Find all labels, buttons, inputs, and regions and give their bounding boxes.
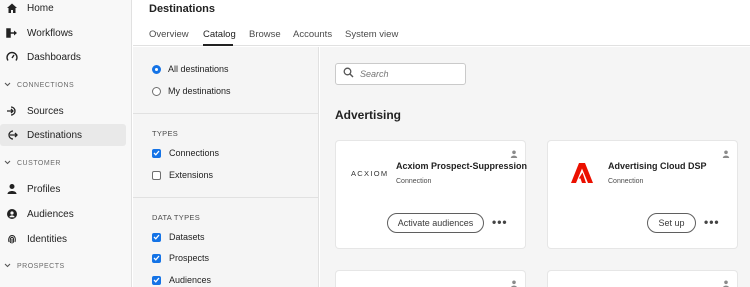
nav-label: Home [27, 2, 54, 14]
checkbox-label: Datasets [169, 232, 205, 242]
divider [133, 197, 319, 198]
nav-section-label: PROSPECTS [17, 263, 65, 270]
checkmark-icon [153, 277, 160, 283]
adobe-icon [571, 163, 593, 188]
nav-label: Audiences [27, 208, 74, 220]
checkbox-label: Extensions [169, 170, 214, 180]
radio-label: My destinations [168, 86, 231, 96]
tab-browse[interactable]: Browse [249, 29, 281, 40]
checkbox[interactable] [152, 275, 161, 285]
nav-item-identities[interactable]: Identities [0, 228, 126, 250]
nav-item-workflows[interactable]: Workflows [0, 22, 126, 44]
checkmark-icon [153, 255, 160, 261]
card-subtitle: Connection [608, 178, 644, 185]
tab-accounts[interactable]: Accounts [293, 29, 332, 40]
destination-card-acxiom[interactable]: ACXIOM Acxiom Prospect-Suppression Conne… [336, 141, 528, 248]
person-icon [510, 275, 518, 287]
nav-label: Sources [27, 105, 64, 117]
audiences-icon [5, 207, 19, 221]
checkbox-prospects[interactable]: Prospects [152, 253, 209, 263]
chevron-down-icon [4, 82, 11, 89]
search-field[interactable] [335, 63, 466, 85]
card-title: Acxiom Prospect-Suppression [396, 161, 528, 171]
nav-section-customer[interactable]: CUSTOMER [0, 160, 61, 167]
more-options-icon[interactable]: ••• [704, 215, 720, 229]
checkbox-label: Connections [169, 148, 220, 158]
nav-item-home[interactable]: Home [0, 0, 126, 19]
workflow-icon [5, 26, 19, 40]
nav-item-audiences[interactable]: Audiences [0, 203, 126, 225]
checkbox-audiences[interactable]: Audiences [152, 275, 211, 285]
search-input[interactable] [360, 69, 460, 79]
destination-card-partial[interactable] [548, 271, 737, 287]
person-icon [722, 145, 730, 163]
nav-section-prospects[interactable]: PROSPECTS [0, 263, 65, 270]
page-header: Destinations Overview Catalog Browse Acc… [133, 0, 750, 46]
radio-button[interactable] [152, 64, 161, 74]
home-icon [5, 1, 19, 15]
nav-label: Profiles [27, 183, 61, 195]
nav-label: Dashboards [27, 51, 81, 63]
checkbox-label: Prospects [169, 253, 210, 263]
checkbox[interactable] [152, 148, 161, 158]
checkbox[interactable] [152, 232, 161, 242]
checkbox[interactable] [152, 253, 161, 263]
card-subtitle: Connection [396, 178, 432, 185]
nav-section-label: CUSTOMER [17, 160, 61, 167]
activate-audiences-button[interactable]: Activate audiences [387, 213, 484, 233]
person-icon [5, 182, 19, 196]
nav-item-destinations[interactable]: Destinations [0, 124, 126, 146]
set-up-button[interactable]: Set up [647, 213, 696, 233]
nav-label: Workflows [27, 27, 73, 39]
tab-overview[interactable]: Overview [149, 29, 189, 40]
nav-item-sources[interactable]: Sources [0, 100, 126, 122]
nav-label: Identities [27, 233, 68, 245]
nav-label: Destinations [27, 129, 83, 141]
chevron-down-icon [4, 263, 11, 270]
active-tab-indicator [203, 44, 233, 46]
section-title-advertising: Advertising [335, 108, 402, 122]
tab-system-view[interactable]: System view [345, 29, 398, 40]
radio-button[interactable] [152, 86, 161, 96]
checkbox-datasets[interactable]: Datasets [152, 232, 205, 242]
radio-my-destinations[interactable]: My destinations [152, 86, 231, 96]
tab-catalog[interactable]: Catalog [203, 29, 236, 40]
more-options-icon[interactable]: ••• [492, 215, 508, 229]
acxiom-logo: ACXIOM [351, 169, 389, 178]
nav-item-dashboards[interactable]: Dashboards [0, 46, 126, 68]
destinations-icon [5, 128, 19, 142]
card-title: Advertising Cloud DSP [608, 161, 707, 171]
checkbox-extensions[interactable]: Extensions [152, 170, 213, 180]
filter-heading-types: TYPES [152, 129, 179, 138]
checkbox-connections[interactable]: Connections [152, 148, 219, 158]
destination-card-advertising-cloud-dsp[interactable]: Advertising Cloud DSP Connection Set up … [548, 141, 737, 248]
destination-card-partial[interactable] [336, 271, 525, 287]
checkmark-icon [153, 234, 160, 240]
filter-heading-data-types: DATA TYPES [152, 213, 201, 222]
dashboard-icon [5, 50, 19, 64]
person-icon [722, 275, 730, 287]
fingerprint-icon [5, 232, 19, 246]
checkmark-icon [153, 150, 160, 156]
search-icon [343, 65, 354, 83]
nav-section-label: CONNECTIONS [17, 82, 75, 89]
nav-section-connections[interactable]: CONNECTIONS [0, 82, 74, 89]
chevron-down-icon [4, 160, 11, 167]
left-nav: Home Workflows Dashboards CONNECTIONS So… [0, 0, 132, 287]
checkbox[interactable] [152, 170, 161, 180]
filter-panel: All destinations My destinations TYPES C… [133, 47, 319, 287]
nav-item-profiles[interactable]: Profiles [0, 178, 126, 200]
sources-icon [5, 104, 19, 118]
checkbox-label: Audiences [169, 275, 212, 285]
divider [133, 113, 319, 114]
radio-label: All destinations [168, 64, 229, 74]
page-title: Destinations [149, 3, 216, 15]
radio-all-destinations[interactable]: All destinations [152, 64, 229, 74]
